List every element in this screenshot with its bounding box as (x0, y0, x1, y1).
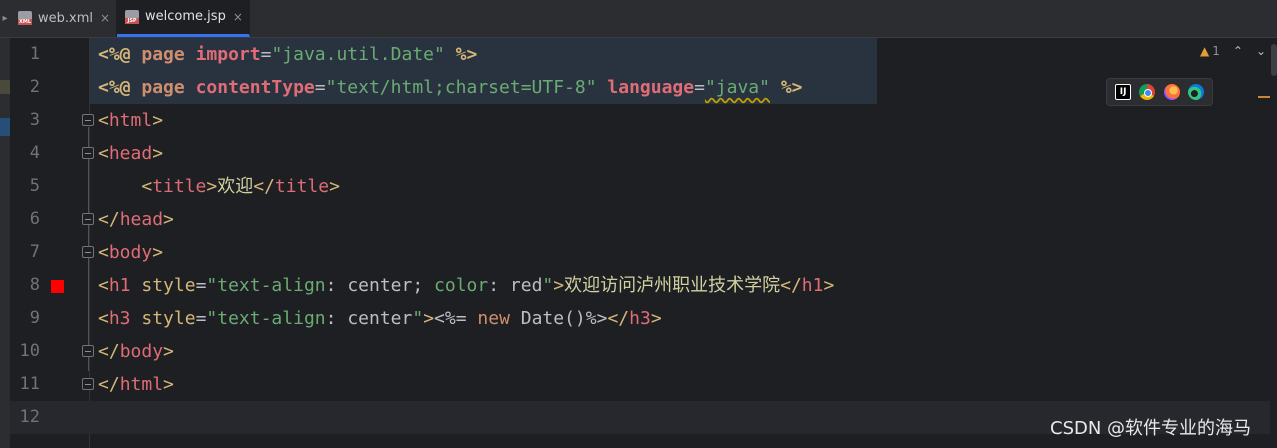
code-line-2: <%@ page contentType="text/html;charset=… (98, 77, 803, 98)
line-number: 8 (29, 275, 40, 295)
intellij-icon[interactable]: IJ (1115, 84, 1132, 100)
code-line-4: <head> (98, 143, 164, 164)
previous-highlight-icon[interactable]: ⌃ (1233, 44, 1243, 58)
tab-welcome-jsp[interactable]: JSP welcome.jsp × (117, 0, 250, 37)
code-editor[interactable]: <%@ page import="java.util.Date" %> <%@ … (90, 38, 1277, 448)
editor-tab-bar: ▸ XML web.xml × JSP welcome.jsp × (0, 0, 1277, 38)
breakpoint-icon[interactable] (51, 280, 64, 293)
code-line-8: <h1 style="text-align: center; color: re… (98, 275, 835, 296)
line-number: 10 (19, 341, 40, 361)
ide-window: ▸ XML web.xml × JSP welcome.jsp × 1 2 3 … (0, 0, 1277, 448)
warning-icon: ▲ (1200, 44, 1210, 58)
tab-scroll-left-icon[interactable]: ▸ (0, 0, 10, 37)
line-number: 9 (29, 308, 40, 328)
chrome-icon[interactable] (1139, 84, 1156, 100)
line-number: 2 (29, 77, 40, 97)
line-number: 4 (29, 143, 40, 163)
line-number: 5 (29, 176, 40, 196)
warning-stripe-marker[interactable] (1258, 96, 1270, 98)
line-number: 12 (19, 407, 40, 427)
warning-count: 1 (1212, 44, 1220, 58)
jsp-file-icon: JSP (125, 9, 140, 24)
vertical-scrollbar[interactable] (1271, 44, 1277, 76)
code-line-7: <body> (98, 242, 164, 263)
browser-preview-bar: IJ (1106, 78, 1213, 106)
close-icon[interactable]: × (100, 11, 110, 25)
code-line-3: <html> (98, 110, 164, 131)
line-number: 3 (29, 110, 40, 130)
line-number: 11 (19, 374, 40, 394)
project-panel-edge (0, 38, 10, 448)
warning-squiggle: "java" (704, 77, 770, 98)
close-icon[interactable]: × (233, 10, 243, 24)
tab-web-xml[interactable]: XML web.xml × (10, 0, 118, 37)
tab-label: welcome.jsp (145, 9, 226, 24)
xml-file-icon: XML (18, 11, 32, 25)
inspection-widget[interactable]: ▲ 1 ⌃ ⌄ (1200, 44, 1266, 58)
line-number: 1 (29, 44, 40, 64)
code-line-6: </head> (98, 209, 174, 230)
code-line-11: </html> (98, 374, 174, 395)
next-highlight-icon[interactable]: ⌄ (1256, 44, 1266, 58)
line-number: 6 (29, 209, 40, 229)
code-line-10: </body> (98, 341, 174, 362)
firefox-icon[interactable] (1163, 84, 1180, 100)
edge-icon[interactable] (1187, 84, 1204, 100)
line-number: 7 (29, 242, 40, 262)
code-line-1: <%@ page import="java.util.Date" %> (98, 44, 478, 65)
watermark: CSDN @软件专业的海马 (1050, 418, 1252, 439)
tab-label: web.xml (38, 10, 93, 26)
code-line-9: <h3 style="text-align: center"><%= new D… (98, 308, 662, 329)
code-line-5: <title>欢迎</title> (141, 176, 340, 197)
